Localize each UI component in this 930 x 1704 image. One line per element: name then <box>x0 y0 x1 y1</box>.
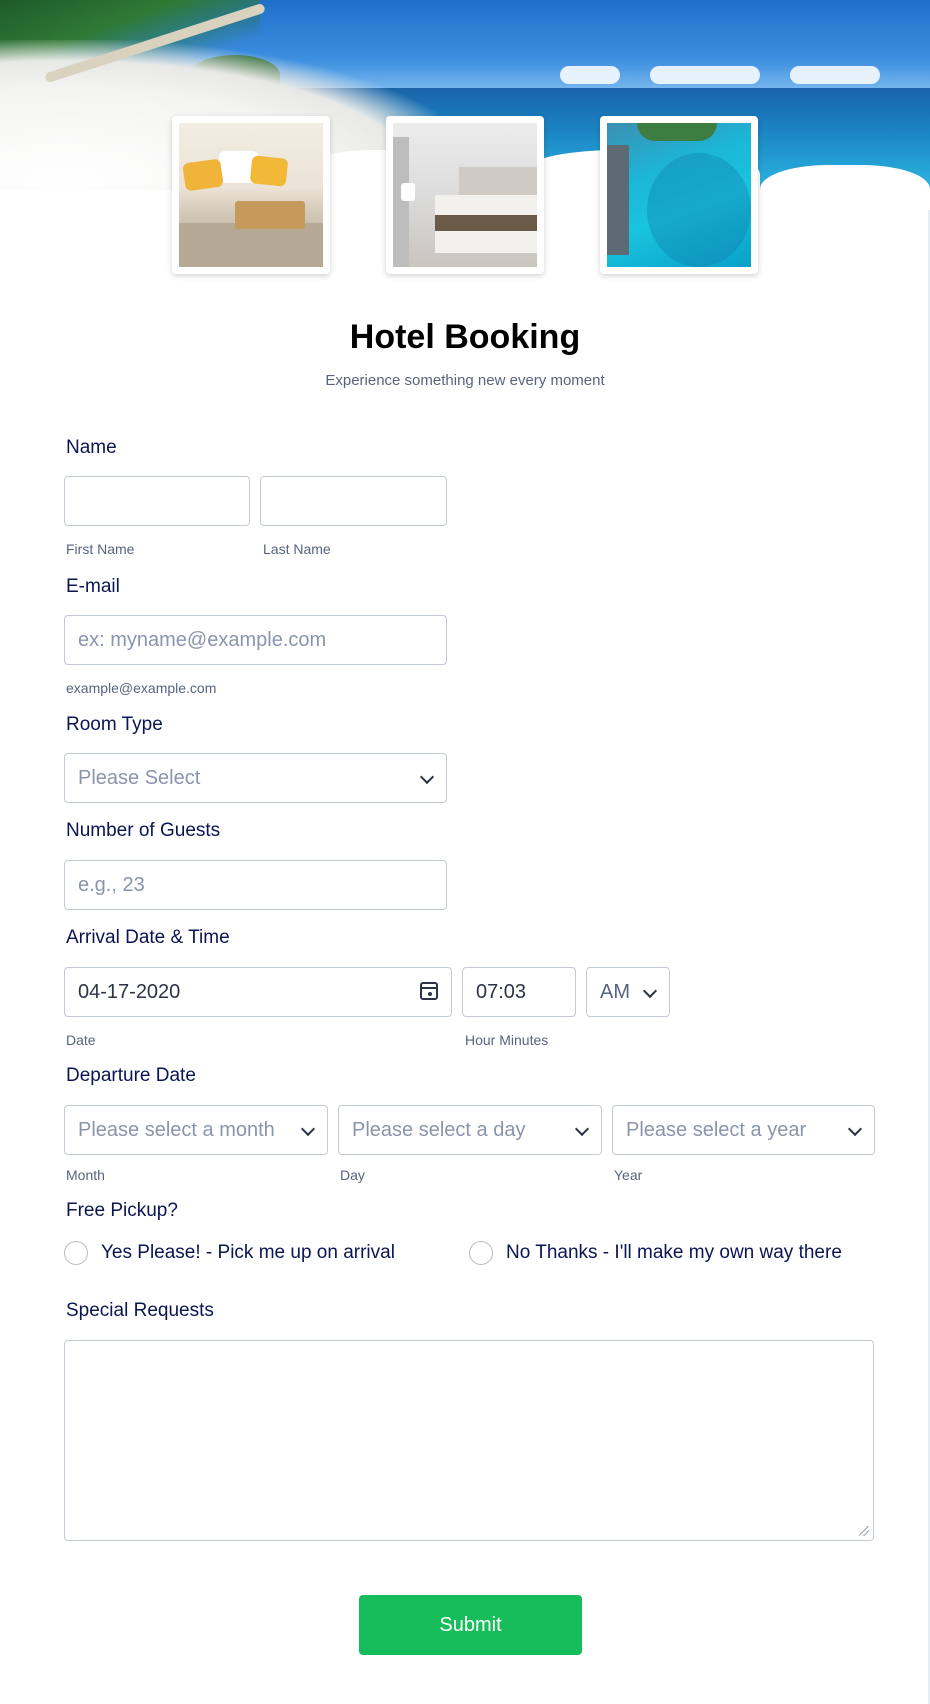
guests-label: Number of Guests <box>66 820 221 841</box>
beach-resort-photo <box>600 116 758 274</box>
last-name-sublabel: Last Name <box>263 541 331 557</box>
pickup-no-label[interactable]: No Thanks - I'll make my own way there <box>506 1242 842 1264</box>
bedroom-photo <box>172 116 330 274</box>
departure-month-select[interactable]: Please select a month <box>64 1105 328 1155</box>
jetty-shape <box>607 145 629 255</box>
pillow-shape <box>182 158 224 192</box>
email-placeholder: ex: myname@example.com <box>78 629 327 651</box>
departure-month-sublabel: Month <box>66 1167 105 1183</box>
room-type-label: Room Type <box>66 714 163 735</box>
pillow-shape <box>249 155 289 187</box>
departure-day-select[interactable]: Please select a day <box>338 1105 602 1155</box>
chevron-down-icon <box>642 983 658 999</box>
departure-label: Departure Date <box>66 1065 196 1086</box>
last-name-input[interactable] <box>260 476 447 526</box>
special-requests-textarea[interactable] <box>64 1340 874 1541</box>
tray-shape <box>235 201 305 229</box>
guests-placeholder: e.g., 23 <box>78 874 145 896</box>
arrival-date-value: 04-17-2020 <box>78 981 181 1003</box>
name-label: Name <box>66 437 117 458</box>
pickup-no-radio[interactable] <box>469 1241 493 1265</box>
calendar-icon[interactable] <box>420 982 438 1000</box>
chevron-down-icon <box>847 1121 863 1137</box>
page-title: Hotel Booking <box>349 318 581 356</box>
arrival-time-input[interactable]: 07:03 <box>462 967 576 1017</box>
departure-year-selected: Please select a year <box>626 1119 807 1141</box>
departure-month-selected: Please select a month <box>78 1119 275 1141</box>
arrival-time-value: 07:03 <box>476 981 527 1003</box>
bedroom-photo-image <box>179 123 323 267</box>
departure-day-selected: Please select a day <box>352 1119 526 1141</box>
bed-throw-shape <box>179 223 323 267</box>
booking-page: Hotel Booking Experience something new e… <box>0 0 930 1704</box>
chevron-down-icon <box>300 1121 316 1137</box>
resize-handle-icon[interactable] <box>859 1526 869 1536</box>
banner-cloud <box>790 66 880 84</box>
guests-input[interactable]: e.g., 23 <box>64 860 447 910</box>
room-type-selected: Please Select <box>78 767 201 789</box>
special-requests-label: Special Requests <box>66 1300 214 1321</box>
arrival-ampm-select[interactable]: AM <box>586 967 670 1017</box>
window-shape <box>393 137 409 267</box>
arrival-label: Arrival Date & Time <box>66 927 230 948</box>
banner-cloud <box>560 66 620 84</box>
arrival-date-sublabel: Date <box>66 1032 96 1048</box>
bed-runner-shape <box>435 215 537 231</box>
lamp-shape <box>401 183 415 201</box>
arrival-date-input[interactable]: 04-17-2020 <box>64 967 452 1017</box>
first-name-input[interactable] <box>64 476 250 526</box>
reef-shape <box>647 153 751 267</box>
departure-year-sublabel: Year <box>614 1167 643 1183</box>
pickup-label: Free Pickup? <box>66 1200 178 1221</box>
hotel-room-photo <box>386 116 544 274</box>
page-subtitle: Experience something new every moment <box>325 372 605 389</box>
chevron-down-icon <box>574 1121 590 1137</box>
email-label: E-mail <box>66 576 120 597</box>
email-sublabel: example@example.com <box>66 680 217 696</box>
email-field[interactable]: ex: myname@example.com <box>64 615 447 665</box>
banner-cloud <box>650 66 760 84</box>
departure-year-select[interactable]: Please select a year <box>612 1105 875 1155</box>
beach-resort-photo-image <box>607 123 751 267</box>
arrival-time-sublabel: Hour Minutes <box>465 1032 549 1048</box>
island-shape <box>637 123 717 141</box>
first-name-sublabel: First Name <box>66 541 135 557</box>
submit-button[interactable]: Submit <box>359 1595 582 1655</box>
chevron-down-icon <box>419 769 435 785</box>
departure-day-sublabel: Day <box>340 1167 365 1183</box>
room-type-select[interactable]: Please Select <box>64 753 447 803</box>
hotel-room-photo-image <box>393 123 537 267</box>
pickup-yes-radio[interactable] <box>64 1241 88 1265</box>
pickup-yes-label[interactable]: Yes Please! - Pick me up on arrival <box>101 1242 395 1264</box>
arrival-ampm-value: AM <box>600 981 630 1003</box>
